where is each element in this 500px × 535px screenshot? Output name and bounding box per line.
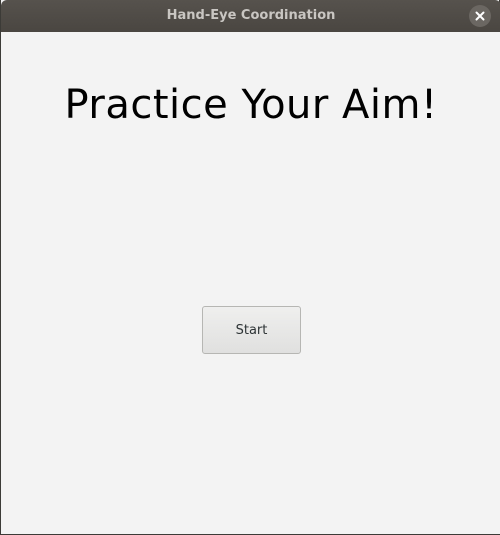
close-button[interactable]: [469, 5, 491, 27]
page-title: Practice Your Aim!: [64, 82, 438, 128]
title-bar[interactable]: Hand-Eye Coordination: [1, 0, 500, 32]
main-content: Practice Your Aim! Start: [2, 32, 500, 534]
start-button[interactable]: Start: [202, 306, 301, 354]
window-title: Hand-Eye Coordination: [166, 8, 336, 23]
app-window: Hand-Eye Coordination Practice Your Aim!…: [0, 0, 500, 535]
close-icon: [475, 11, 485, 21]
